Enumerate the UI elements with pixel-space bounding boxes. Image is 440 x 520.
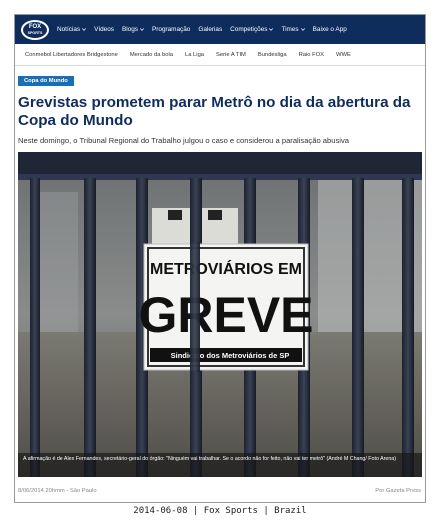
nav-item-videos[interactable]: Vídeos [94, 26, 114, 33]
nav-item-blogs[interactable]: Blogs [122, 26, 144, 33]
image-footer-caption: 2014-06-08 | Fox Sports | Brazil [133, 506, 307, 516]
subnav-item-raio-fox[interactable]: Raio FOX [299, 52, 324, 58]
logo-text-fox: FOX [28, 24, 42, 30]
category-badge[interactable]: Copa do Mundo [18, 76, 74, 86]
main-nav: Notícias Vídeos Blogs Programação Galerias Co… [57, 26, 347, 33]
subnav-item-conmebol-libertadores-bridgestone[interactable]: Conmebol Libertadores Bridgestone [25, 52, 118, 58]
article-subtitle: Neste domingo, o Tribunal Regional do Tr… [18, 136, 349, 145]
railing-bar [352, 178, 364, 477]
railing-bar [84, 178, 96, 477]
nav-item-competicoes[interactable]: Competições [230, 26, 274, 33]
nav-item-label: Galerias [198, 26, 223, 33]
strike-sign: METROVIÁRIOS EM GREVE Sindicato dos Metr… [138, 243, 314, 371]
nav-item-label: Times [281, 26, 299, 33]
nav-item-galerias[interactable]: Galerias [198, 26, 222, 33]
photo-caption: A afirmação é de Alex Fernandes, secretá… [18, 453, 422, 477]
nav-item-label: Competições [230, 26, 268, 33]
fox-sports-logo[interactable]: FOX SPORTS [21, 19, 49, 40]
top-navigation-bar: FOX SPORTS Notícias Vídeos Blogs Programaçã… [15, 15, 425, 44]
background-notice-mark [168, 210, 182, 220]
railing-bar [402, 178, 414, 477]
secondary-nav: Conmebol Libertadores Bridgestone Mercado… [15, 44, 425, 66]
subnav-item-mercado-da-bola[interactable]: Mercado da bola [130, 52, 173, 58]
railing-bar-front [190, 242, 200, 372]
subnav-item-la-liga[interactable]: La Liga [185, 52, 204, 58]
nav-item-times[interactable]: Times [281, 26, 305, 33]
fox-sports-logo-mark: FOX SPORTS [23, 21, 47, 38]
nav-item-baixe-o-app[interactable]: Baixe o App [313, 26, 347, 33]
nav-item-programacao[interactable]: Programação [152, 26, 190, 33]
nav-item-noticias[interactable]: Notícias [57, 26, 87, 33]
chevron-down-icon [269, 28, 274, 31]
nav-item-label: Notícias [57, 26, 81, 33]
nav-item-label: Blogs [122, 26, 138, 33]
nav-item-label: Vídeos [94, 26, 114, 33]
sign-footer: Sindicato dos Metroviários de SP [171, 351, 290, 360]
nav-item-label: Programação [152, 26, 191, 33]
browser-viewport: FOX SPORTS Notícias Vídeos Blogs Programaçã… [14, 14, 426, 503]
subnav-item-serie-a-tim[interactable]: Serie A TIM [216, 52, 246, 58]
chevron-down-icon [140, 28, 144, 31]
article-photo: METROVIÁRIOS EM GREVE Sindicato dos Metr… [18, 152, 422, 477]
chevron-down-icon [82, 28, 87, 31]
subnav-item-wwe[interactable]: WWE [336, 52, 351, 58]
article-date: 8/06/2014 20hmm - São Paulo [18, 488, 97, 494]
subnav-item-bundesliga[interactable]: Bundesliga [258, 52, 287, 58]
railing-bar [30, 178, 40, 477]
article-headline: Grevistas prometem parar Metrô no dia da… [18, 94, 411, 129]
sign-line-2: GREVE [138, 287, 313, 343]
nav-item-label: Baixe o App [312, 26, 347, 33]
background-notice-mark [208, 210, 222, 220]
station-pillar [38, 192, 78, 332]
sign-line-1: METROVIÁRIOS EM [150, 259, 302, 278]
chevron-down-icon [300, 28, 305, 31]
logo-text-sports: SPORTS [27, 31, 43, 35]
article-source-link[interactable]: Por Gazeta Press [375, 488, 421, 494]
